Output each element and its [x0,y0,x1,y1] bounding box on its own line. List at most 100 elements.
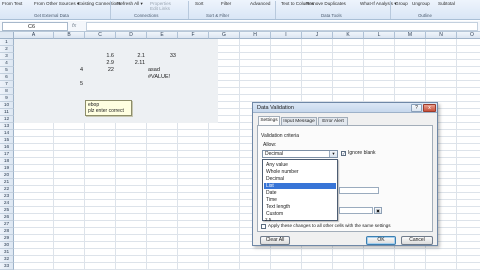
ribbon-button[interactable]: Sort [195,1,203,6]
apply-all-checkbox[interactable] [261,224,266,229]
row-header[interactable]: 13 [0,123,14,130]
ribbon-button[interactable]: Existing Connections [78,1,121,6]
clear-all-button[interactable]: Clear All [260,236,290,245]
row-header[interactable]: 15 [0,137,14,144]
option-any-value[interactable]: Any value [264,162,336,168]
row-header[interactable]: 31 [0,249,14,256]
cell[interactable]: 1.6 [86,53,114,60]
cell[interactable]: #VALUE! [148,74,176,81]
chevron-down-icon[interactable]: ▼ [329,151,337,157]
cell-comment: ebop plz enter correct [85,100,132,116]
row-header[interactable]: 4 [0,60,14,67]
tab-input-message[interactable]: Input Message [281,117,317,125]
row-header[interactable]: 28 [0,228,14,235]
row-header[interactable]: 6 [0,74,14,81]
allow-select[interactable]: Decimal ▼ [262,150,338,158]
row-header[interactable]: 19 [0,165,14,172]
close-button[interactable]: x [423,104,436,112]
column-header[interactable]: G [209,32,240,39]
row-header[interactable]: 9 [0,95,14,102]
column-header[interactable]: H [240,32,271,39]
cell[interactable]: 22 [86,67,114,74]
ribbon-button[interactable]: Filter [221,1,231,6]
row-header[interactable]: 22 [0,186,14,193]
row-header[interactable]: 10 [0,102,14,109]
ignore-blank-checkbox[interactable]: ✓ [341,151,346,156]
row-header[interactable]: 33 [0,263,14,270]
select-all-corner[interactable] [0,32,14,39]
cell[interactable]: 2.9 [86,60,114,67]
row-header[interactable]: 17 [0,151,14,158]
ribbon-button[interactable]: Group [395,1,408,6]
cell[interactable]: 2.1 [117,53,145,60]
row-header[interactable]: 29 [0,235,14,242]
column-header[interactable]: A [14,32,54,39]
fx-icon[interactable]: fx [72,22,76,31]
row-header[interactable]: 3 [0,53,14,60]
cell[interactable]: 5 [55,81,83,88]
column-header[interactable]: B [54,32,85,39]
column-header[interactable]: K [333,32,364,39]
option-whole-number[interactable]: Whole number [264,169,336,175]
allow-label: Allow: [263,142,277,148]
column-header[interactable]: J [302,32,333,39]
row-header[interactable]: 7 [0,81,14,88]
ribbon-button[interactable]: Refresh All ▾ [117,1,143,6]
ribbon-button[interactable]: What-If Analysis ▾ [360,1,397,6]
row-header[interactable]: 24 [0,200,14,207]
option-list[interactable]: List [264,183,336,189]
minimum-field[interactable] [339,187,379,194]
row-header[interactable]: 30 [0,242,14,249]
row-header[interactable]: 18 [0,158,14,165]
column-header[interactable]: C [85,32,116,39]
ribbon-button[interactable]: From Text [2,1,22,6]
column-header[interactable]: E [147,32,178,39]
column-header[interactable]: N [426,32,457,39]
column-header[interactable]: L [364,32,395,39]
ribbon-button[interactable]: Remove Duplicates [306,1,346,6]
option-decimal-faint[interactable]: Decimal [264,176,336,182]
maximum-field[interactable] [339,207,373,214]
ribbon-button[interactable]: Ungroup [412,1,430,6]
cell[interactable]: 33 [148,53,176,60]
help-button[interactable]: ? [411,104,422,112]
range-picker-icon[interactable]: ▣ [374,207,382,214]
column-header[interactable]: O [457,32,480,39]
row-header[interactable]: 26 [0,214,14,221]
row-header[interactable]: 2 [0,46,14,53]
name-box[interactable]: C6 [2,22,68,31]
row-header[interactable]: 27 [0,221,14,228]
row-header[interactable]: 20 [0,172,14,179]
ribbon-button[interactable]: Subtotal [438,1,455,6]
row-header[interactable]: 21 [0,179,14,186]
ribbon-button[interactable]: Advanced [250,1,270,6]
column-header[interactable]: F [178,32,209,39]
cell[interactable]: 2.11 [117,60,145,67]
option-time[interactable]: Time [264,197,336,203]
cell[interactable]: 4 [55,67,83,74]
formula-input[interactable] [86,22,478,31]
row-header[interactable]: 1 [0,39,14,46]
row-header[interactable]: 8 [0,88,14,95]
option-text-length[interactable]: Text length [264,204,336,210]
row-header[interactable]: 25 [0,207,14,214]
column-header[interactable]: M [395,32,426,39]
option-date[interactable]: Date [264,190,336,196]
tab-settings[interactable]: Settings [258,116,280,125]
ok-button[interactable]: OK [366,236,396,245]
row-header[interactable]: 14 [0,130,14,137]
column-header[interactable]: D [116,32,147,39]
column-header[interactable]: I [271,32,302,39]
row-header[interactable]: 11 [0,109,14,116]
row-header[interactable]: 5 [0,67,14,74]
row-header[interactable]: 16 [0,144,14,151]
row-header[interactable]: 23 [0,193,14,200]
dialog-title-bar[interactable]: Data Validation ? x [253,103,437,113]
cancel-button[interactable]: Cancel [401,236,433,245]
row-header[interactable]: 32 [0,256,14,263]
option-custom[interactable]: Custom [264,211,336,217]
tab-error-alert[interactable]: Error Alert [318,117,348,125]
row-header[interactable]: 12 [0,116,14,123]
cell[interactable]: asad [148,67,176,74]
ribbon-button[interactable]: From Other Sources ▾ [34,1,79,6]
